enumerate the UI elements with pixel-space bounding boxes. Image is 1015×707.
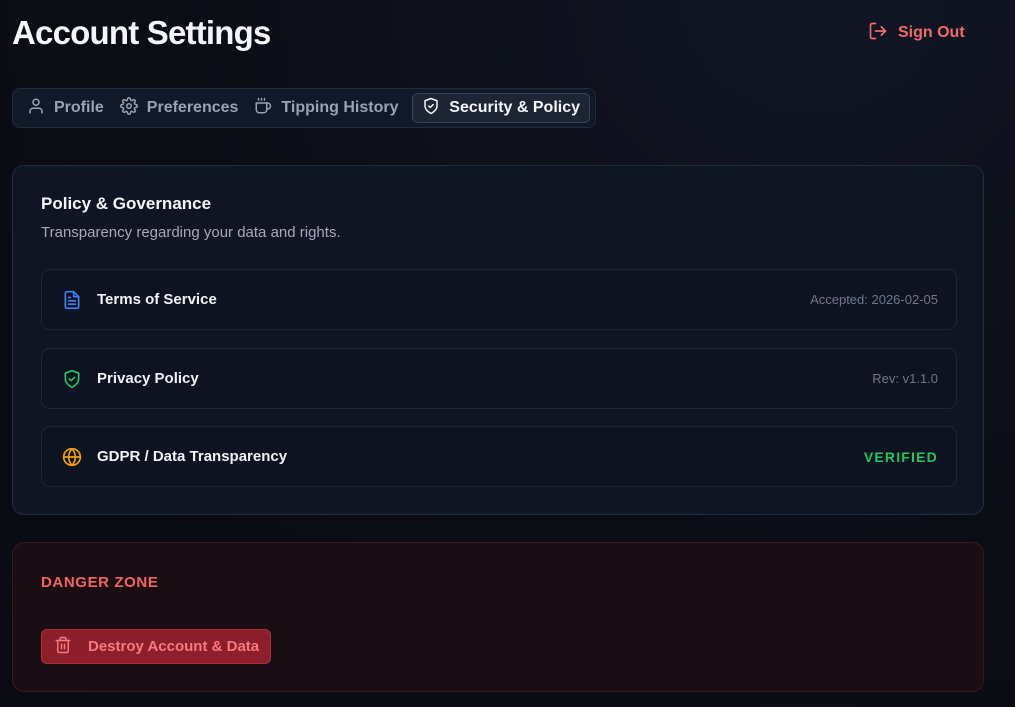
page-title: Account Settings [12, 14, 271, 51]
coffee-cup-icon [254, 97, 272, 120]
row-label: Terms of Service [97, 291, 217, 308]
policy-governance-card: Policy & Governance Transparency regardi… [12, 165, 984, 515]
verified-badge: VERIFIED [863, 448, 938, 465]
shield-icon [422, 97, 440, 120]
tab-tipping-history[interactable]: Tipping History [246, 94, 406, 122]
logout-icon [868, 21, 888, 46]
sign-out-button[interactable]: Sign Out [868, 20, 965, 46]
danger-zone-card: DANGER ZONE Destroy Account & Data [12, 542, 984, 692]
terms-of-service-row[interactable]: Terms of Service Accepted: 2026-02-05 [41, 269, 957, 330]
accepted-date: Accepted: 2026-02-05 [810, 292, 938, 307]
card-title: Policy & Governance [41, 194, 212, 213]
shield-check-icon [62, 369, 82, 389]
tab-security-policy[interactable]: Security & Policy [412, 93, 590, 123]
gdpr-row[interactable]: GDPR / Data Transparency VERIFIED [41, 426, 957, 487]
document-icon [62, 290, 82, 310]
revision-label: Rev: v1.1.0 [872, 371, 938, 386]
globe-icon [62, 447, 82, 467]
privacy-policy-row[interactable]: Privacy Policy Rev: v1.1.0 [41, 348, 957, 409]
danger-zone-title: DANGER ZONE [41, 574, 159, 591]
tab-preferences[interactable]: Preferences [112, 94, 247, 122]
settings-tabs: Profile Preferences Tipping History Secu… [12, 88, 596, 128]
sign-out-label: Sign Out [898, 24, 965, 41]
tab-profile[interactable]: Profile [27, 94, 112, 122]
tab-label: Profile [54, 99, 104, 116]
tab-label: Security & Policy [449, 99, 580, 116]
destroy-account-button[interactable]: Destroy Account & Data [41, 629, 271, 664]
trash-icon [54, 636, 72, 658]
row-label: Privacy Policy [97, 370, 199, 387]
gear-icon [119, 96, 138, 120]
destroy-button-label: Destroy Account & Data [88, 638, 260, 655]
tab-label: Tipping History [281, 99, 399, 116]
card-subtitle: Transparency regarding your data and rig… [41, 224, 341, 241]
row-label: GDPR / Data Transparency [97, 448, 288, 465]
user-icon [27, 97, 45, 120]
tab-label: Preferences [146, 99, 239, 116]
